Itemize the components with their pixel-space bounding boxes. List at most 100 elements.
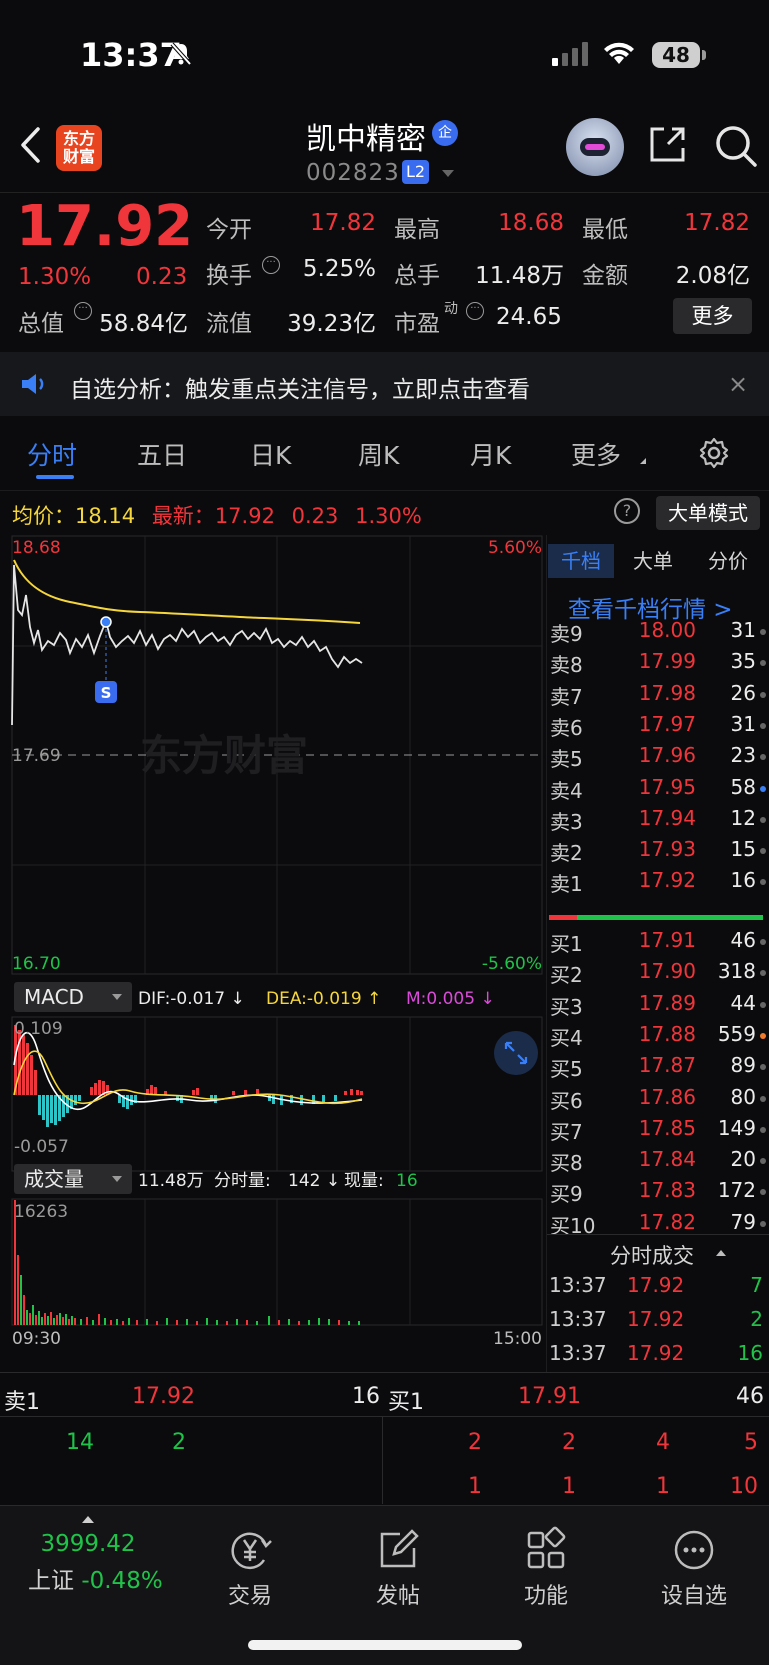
orderbook-row[interactable]: 卖4 17.95 58: [548, 775, 766, 806]
nav-watchlist[interactable]: 设自选: [634, 1516, 754, 1610]
orderbook-row[interactable]: 买1 17.91 46: [548, 928, 766, 959]
nav-function-label: 功能: [523, 1584, 568, 1609]
tick-row: 13:37 17.92 2: [549, 1307, 763, 1341]
level-volume: 12: [730, 805, 756, 830]
latest-change: 0.23: [291, 504, 339, 528]
pe-label: 市盈: [394, 311, 440, 337]
orderbook-row[interactable]: 买6 17.86 80: [548, 1084, 766, 1116]
l2-badge: L2: [402, 160, 429, 184]
orderbook-row[interactable]: 买9 17.83 172: [548, 1178, 766, 1209]
stock-code[interactable]: 002823: [306, 160, 400, 186]
level-label: 买6: [550, 1088, 583, 1113]
ai-assistant-avatar-icon[interactable]: [566, 118, 624, 176]
strip-bid-label: 买1: [388, 1390, 424, 1415]
level-volume: 46: [730, 928, 756, 952]
share-icon[interactable]: [646, 124, 688, 170]
level-price: 18.00: [638, 618, 696, 642]
nav-function[interactable]: 功能: [486, 1516, 606, 1610]
info-dots-icon[interactable]: ···: [466, 302, 484, 320]
tab-fenshi[interactable]: 分时: [27, 436, 77, 472]
tab-dadan[interactable]: 大单: [618, 544, 688, 578]
info-dots-icon[interactable]: ···: [262, 256, 280, 274]
level-volume: 79: [730, 1209, 756, 1234]
macd-histogram: [14, 1025, 363, 1127]
volume-value: 11.48万: [475, 263, 564, 289]
yen-exchange-icon: [190, 1526, 310, 1574]
gear-icon[interactable]: [697, 436, 731, 474]
strip-queue-item: 5: [744, 1430, 758, 1455]
divider: [0, 1416, 769, 1417]
level-volume: 172: [717, 1178, 756, 1203]
orderbook-row[interactable]: 卖6 17.97 31: [548, 712, 766, 743]
orderbook-row[interactable]: 卖1 17.92 16: [548, 868, 766, 899]
big-order-mode-button[interactable]: 大单模式: [656, 496, 760, 530]
orderbook-row[interactable]: 卖7 17.98 26: [548, 680, 766, 712]
tick-row: 13:37 17.92 16: [549, 1341, 763, 1375]
quote-strip: 卖1 17.92 16 买1 17.91 46 14 2 2 2 4 5 1 1 1 10: [0, 1372, 769, 1504]
tab-qiandang[interactable]: 千档: [548, 544, 614, 578]
level-volume: 89: [730, 1053, 756, 1078]
orderbook-row[interactable]: 卖2 17.93 15: [548, 837, 766, 868]
dot-icon: [760, 629, 766, 635]
y-axis-prev-close: 17.69: [12, 746, 61, 766]
orderbook-row[interactable]: 买7 17.85 149: [548, 1116, 766, 1147]
strip-queue-item: 2: [562, 1430, 576, 1455]
tab-zhouk[interactable]: 周K: [358, 436, 399, 472]
home-indicator: [248, 1640, 522, 1650]
nav-index[interactable]: 3999.42 上证 -0.48%: [28, 1516, 163, 1595]
notice-text[interactable]: 自选分析：触发重点关注信号，立即点击查看: [70, 370, 530, 404]
more-quote-button[interactable]: 更多: [673, 298, 752, 334]
orderbook-row[interactable]: 卖5 17.96 23: [548, 743, 766, 774]
nav-watchlist-label: 设自选: [660, 1584, 727, 1609]
level-label: 卖4: [550, 778, 583, 803]
orderbook-row[interactable]: 买3 17.89 44: [548, 990, 766, 1022]
orderbook-row[interactable]: 卖8 17.99 35: [548, 649, 766, 680]
help-icon[interactable]: ?: [614, 498, 640, 524]
back-icon[interactable]: [18, 126, 42, 168]
strip-queue-item: 2: [468, 1430, 482, 1455]
orderbook-row[interactable]: 卖9 18.00 31: [548, 618, 766, 649]
index-pct: -0.48%: [81, 1568, 163, 1594]
x-axis-start: 09:30: [12, 1329, 61, 1347]
info-dots-icon[interactable]: ···: [74, 302, 92, 320]
apps-grid-icon: [486, 1526, 606, 1574]
orderbook-row[interactable]: 买5 17.87 89: [548, 1053, 766, 1084]
tab-rik[interactable]: 日K: [250, 436, 291, 472]
dot-icon: [760, 879, 766, 886]
app-logo[interactable]: 东方 财富: [56, 125, 102, 171]
chevron-down-icon[interactable]: [442, 170, 454, 177]
level-volume: 44: [730, 990, 756, 1015]
nav-post[interactable]: 发帖: [338, 1516, 458, 1610]
volume-total: 11.48万: [138, 1171, 204, 1191]
high-label: 最高: [394, 217, 440, 243]
macd-selector-label: MACD: [24, 985, 84, 1009]
tab-yuek[interactable]: 月K: [470, 436, 511, 472]
intraday-chart[interactable]: 东方财富 S 18.68 17.69 16.70 5.60% -5.60% MA…: [0, 535, 548, 1347]
dot-icon: [760, 970, 766, 977]
tab-wuri[interactable]: 五日: [137, 436, 187, 472]
latest-label: 最新：: [151, 504, 215, 528]
strip-queue-1: 14: [66, 1430, 94, 1455]
orderbook-row[interactable]: 买8 17.84 20: [548, 1147, 766, 1178]
orderbook-row[interactable]: 买4 17.88 559: [548, 1022, 766, 1053]
nav-trade[interactable]: 交易: [190, 1516, 310, 1610]
level-label: 卖1: [550, 872, 583, 897]
ticks-title[interactable]: 分时成交: [610, 1240, 694, 1270]
orderbook-row[interactable]: 卖3 17.94 12: [548, 805, 766, 837]
close-icon[interactable]: ×: [728, 370, 748, 398]
tab-fenjia[interactable]: 分价: [692, 544, 764, 578]
bell-muted-icon: [170, 42, 192, 70]
level-price: 17.96: [638, 743, 696, 768]
level-label: 卖6: [550, 715, 583, 740]
bid-ask-ratio-bar: [549, 915, 763, 920]
orderbook-row[interactable]: 买10 17.82 79: [548, 1209, 766, 1241]
search-icon[interactable]: [714, 124, 758, 172]
level-price: 17.98: [638, 680, 696, 705]
orderbook-row[interactable]: 买2 17.90 318: [548, 959, 766, 990]
stock-name[interactable]: 凯中精密: [306, 114, 426, 158]
signal-marker-label: S: [101, 684, 112, 702]
tab-more[interactable]: 更多: [571, 436, 621, 472]
dot-icon: [760, 1001, 766, 1008]
strip-queue-item: 1: [468, 1474, 482, 1499]
level-volume: 80: [730, 1084, 756, 1109]
